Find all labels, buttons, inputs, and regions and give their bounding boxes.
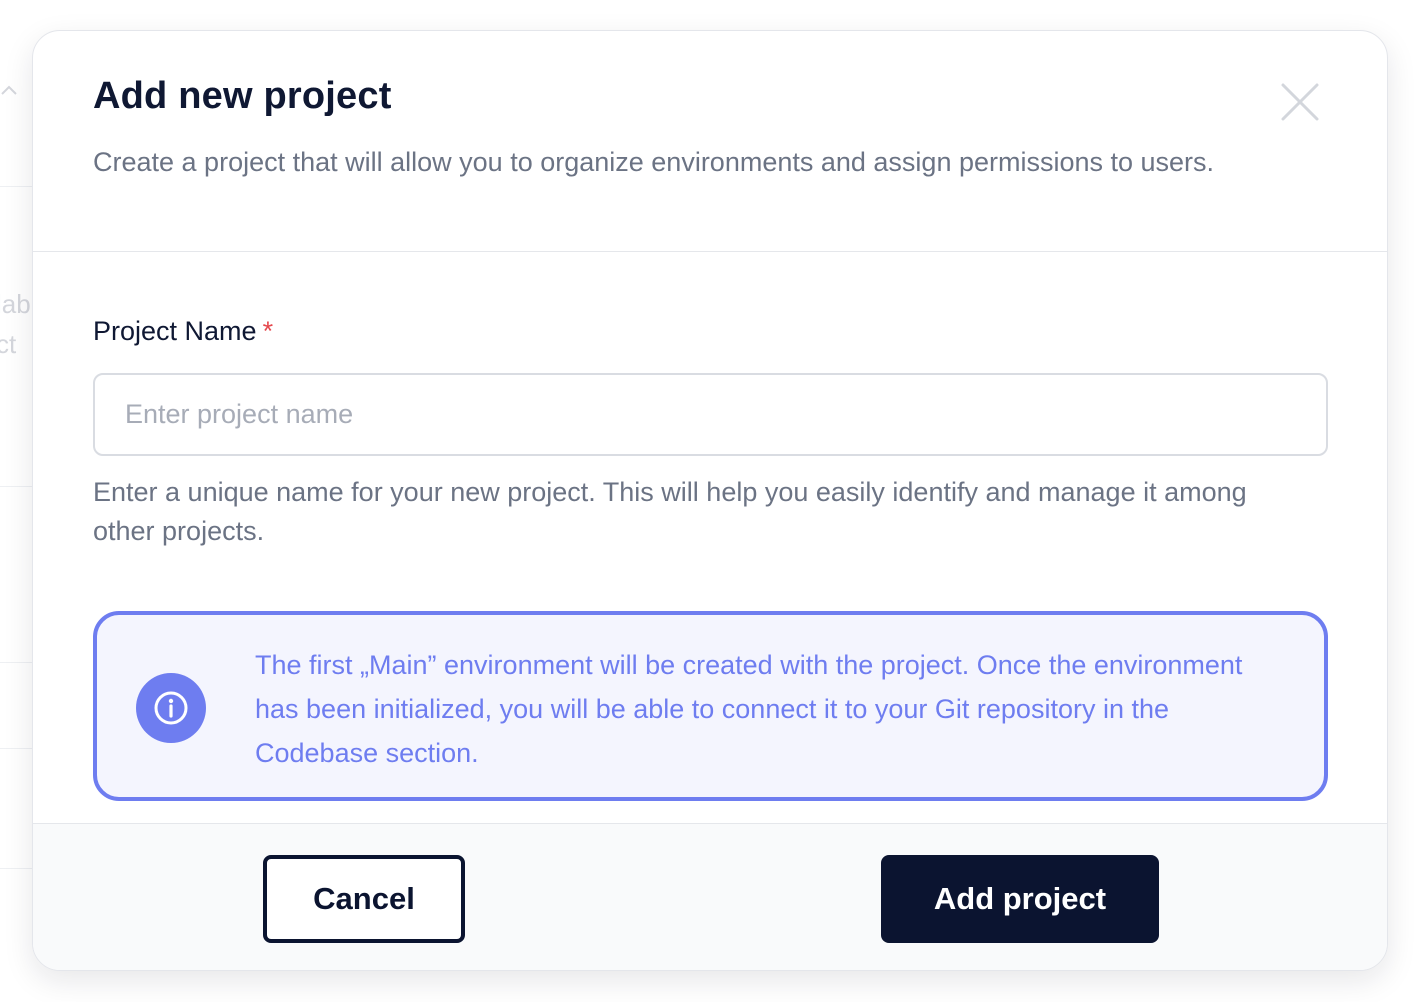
info-text: The first „Main” environment will be cre… — [255, 650, 1243, 768]
cancel-button[interactable]: Cancel — [263, 855, 465, 943]
modal-title: Add new project — [93, 75, 392, 117]
add-project-button[interactable]: Add project — [881, 855, 1159, 943]
modal-footer: Cancel Add project — [33, 823, 1387, 970]
required-asterisk: * — [262, 316, 274, 346]
project-name-help: Enter a unique name for your new project… — [93, 477, 1247, 546]
modal-subtitle: Create a project that will allow you to … — [93, 147, 1215, 177]
modal-body: Project Name* Enter a unique name for yo… — [33, 252, 1387, 823]
info-callout: The first „Main” environment will be cre… — [93, 611, 1328, 801]
modal-header: Add new project Create a project that wi… — [33, 31, 1387, 252]
background-text: lab — [0, 289, 31, 319]
project-name-input[interactable] — [93, 373, 1328, 456]
project-name-label-text: Project Name — [93, 316, 257, 346]
close-icon[interactable] — [1279, 81, 1321, 123]
chevron-up-icon — [1, 85, 17, 95]
project-name-label: Project Name * — [93, 316, 273, 347]
add-project-modal: Add new project Create a project that wi… — [32, 30, 1388, 971]
background-text: ct — [0, 329, 17, 359]
info-icon — [136, 673, 206, 743]
